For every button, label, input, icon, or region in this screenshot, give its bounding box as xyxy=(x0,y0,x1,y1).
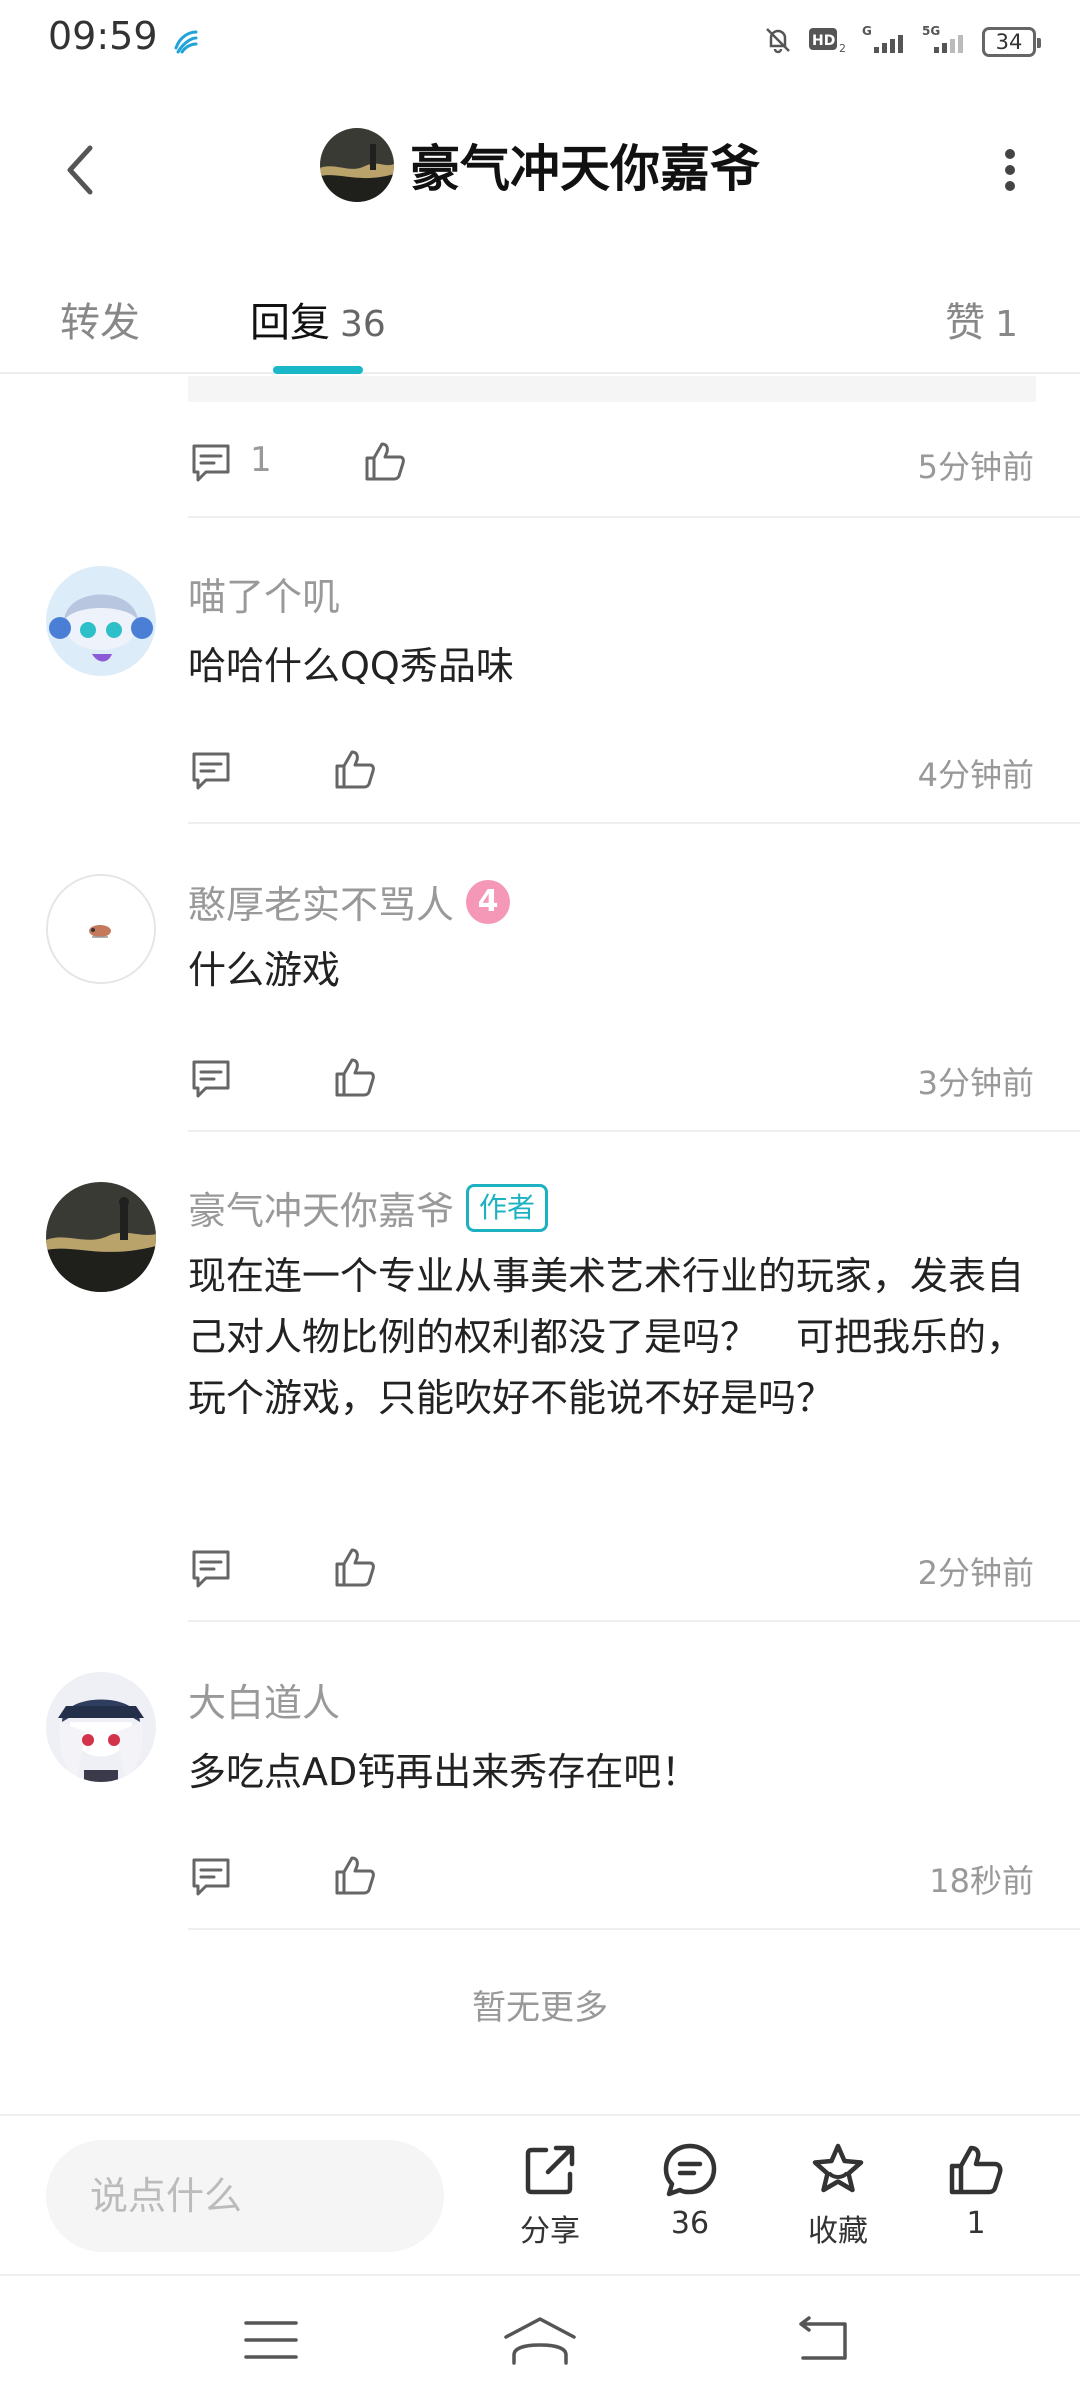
divider xyxy=(188,1130,1080,1132)
username-text: 豪气冲天你嘉爷 xyxy=(188,1189,455,1233)
timestamp: 5分钟前 xyxy=(917,448,1034,486)
mute-notification-icon xyxy=(762,24,794,60)
username-text: 喵了个叽 xyxy=(188,575,341,619)
reply-icon[interactable] xyxy=(188,1546,234,1596)
share-icon xyxy=(525,2145,575,2195)
tab-reply-count: 36 xyxy=(340,304,386,345)
user-avatar[interactable] xyxy=(46,1182,156,1292)
divider xyxy=(188,1928,1080,1930)
svg-text:HD: HD xyxy=(812,33,835,49)
timestamp: 4分钟前 xyxy=(917,756,1034,794)
favorite-label: 收藏 xyxy=(808,2214,868,2249)
title-bar: 豪气冲天你嘉爷 xyxy=(0,100,1080,240)
comment-icon xyxy=(663,2143,717,2197)
tab-like-count: 1 xyxy=(995,304,1018,345)
comment-input[interactable]: 说点什么 xyxy=(46,2140,444,2252)
nav-back-button[interactable] xyxy=(778,2308,868,2372)
favorite-button[interactable]: 收藏 xyxy=(778,2140,898,2250)
nav-menu-button[interactable] xyxy=(226,2308,316,2372)
no-more-text: 暂无更多 xyxy=(472,1988,608,2028)
tab-like-label: 赞 xyxy=(945,300,986,346)
svg-text:5G: 5G xyxy=(922,24,940,38)
hd-icon: HD 2 xyxy=(808,25,848,59)
battery-indicator: 34 xyxy=(982,27,1041,57)
author-badge: 作者 xyxy=(466,1183,549,1232)
tab-bar: 转发 回复 36 赞1 xyxy=(0,270,1080,374)
action-row: 18秒前 xyxy=(188,1848,1034,1908)
nav-home-button[interactable] xyxy=(495,2308,585,2372)
comments-button[interactable]: 36 xyxy=(630,2140,750,2241)
timestamp: 3分钟前 xyxy=(917,1064,1034,1102)
svg-text:2: 2 xyxy=(839,42,846,55)
tab-forward[interactable]: 转发 xyxy=(60,290,140,348)
reply-icon[interactable] xyxy=(188,1056,234,1106)
reply-icon[interactable] xyxy=(188,440,234,490)
like-icon[interactable] xyxy=(362,438,408,488)
action-row: 2分钟前 xyxy=(188,1540,1034,1600)
tab-indicator xyxy=(273,366,363,374)
share-button[interactable]: 分享 xyxy=(490,2140,610,2250)
action-row: 1 5分钟前 xyxy=(188,434,1034,494)
reply-count: 1 xyxy=(250,440,272,480)
like-icon[interactable] xyxy=(332,1544,378,1594)
star-icon xyxy=(812,2143,864,2193)
username[interactable]: 喵了个叽 xyxy=(188,566,340,621)
comment-list[interactable]: 1 5分钟前 喵了个叽 哈哈什么QQ秀品味 4分钟前 憨厚老实不骂人 4 什么游… xyxy=(0,376,1080,2114)
system-nav-bar xyxy=(0,2274,1080,2400)
tab-reply-label: 回复 xyxy=(250,300,330,346)
username[interactable]: 豪气冲天你嘉爷 作者 xyxy=(188,1180,549,1235)
status-time: 09:59 xyxy=(48,14,158,58)
signal-5g-icon: 5G xyxy=(922,23,968,61)
share-label: 分享 xyxy=(520,2214,580,2249)
page-title: 豪气冲天你嘉爷 xyxy=(410,140,760,198)
timestamp: 18秒前 xyxy=(929,1862,1034,1900)
user-avatar[interactable] xyxy=(46,566,156,676)
carrier-icon xyxy=(170,26,200,60)
home-icon xyxy=(504,2317,576,2365)
like-button[interactable]: 1 xyxy=(916,2140,1036,2241)
tab-like[interactable]: 赞1 xyxy=(945,290,1018,348)
comments-count: 36 xyxy=(670,2206,710,2241)
signal-g-icon: G xyxy=(862,23,908,61)
reply-icon[interactable] xyxy=(188,748,234,798)
reply-icon[interactable] xyxy=(188,1854,234,1904)
divider xyxy=(188,822,1080,824)
comment-text: 哈哈什么QQ秀品味 xyxy=(188,644,514,688)
back-arrow-icon xyxy=(799,2316,847,2360)
thumbs-up-icon xyxy=(949,2145,1003,2195)
menu-icon xyxy=(244,2321,298,2359)
action-row: 4分钟前 xyxy=(188,742,1034,802)
more-options-button[interactable] xyxy=(970,130,1050,210)
like-icon[interactable] xyxy=(332,746,378,796)
username[interactable]: 憨厚老实不骂人 4 xyxy=(188,874,511,929)
divider xyxy=(188,516,1080,518)
username[interactable]: 大白道人 xyxy=(188,1672,340,1727)
author-avatar[interactable] xyxy=(320,128,394,202)
svg-text:G: G xyxy=(862,24,872,38)
username-text: 憨厚老实不骂人 xyxy=(188,883,455,927)
user-avatar[interactable] xyxy=(46,874,156,984)
comment-text: 什么游戏 xyxy=(188,948,341,992)
divider xyxy=(188,1620,1080,1622)
status-bar: 09:59 HD 2 G 5G 34 xyxy=(0,0,1080,84)
timestamp: 2分钟前 xyxy=(917,1554,1034,1592)
likes-count: 1 xyxy=(966,2206,986,2241)
quoted-content-strip xyxy=(188,376,1036,402)
bottom-action-bar: 说点什么 分享 36 收藏 1 xyxy=(0,2114,1080,2274)
like-icon[interactable] xyxy=(332,1852,378,1902)
action-row: 3分钟前 xyxy=(188,1050,1034,1110)
comment-text: 多吃点AD钙再出来秀存在吧！ xyxy=(188,1750,700,1794)
user-avatar[interactable] xyxy=(46,1672,156,1782)
level-badge: 4 xyxy=(466,879,511,924)
username-text: 大白道人 xyxy=(188,1681,341,1725)
comment-text: 现在连一个专业从事美术艺术行业的玩家，发表自己对人物比例的权利都没了是吗？ 可把… xyxy=(188,1254,1025,1420)
tab-reply[interactable]: 回复 36 xyxy=(250,290,386,348)
like-icon[interactable] xyxy=(332,1054,378,1104)
more-vertical-icon xyxy=(1005,149,1015,191)
